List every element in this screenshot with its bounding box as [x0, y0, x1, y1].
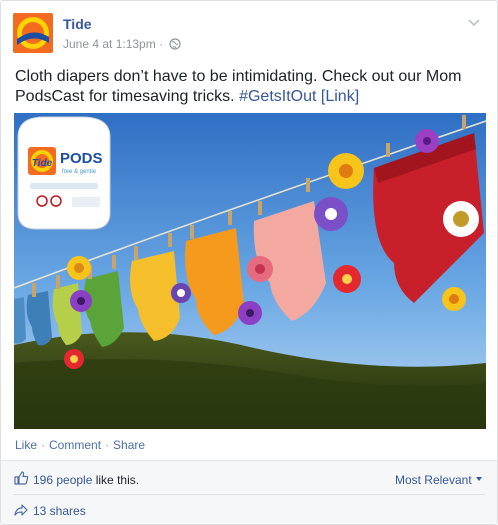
likes-suffix: like this. — [92, 473, 140, 487]
thumbs-up-icon — [13, 470, 29, 489]
likes-summary: 196 people like this. — [33, 473, 139, 487]
post-photo[interactable]: Tide PODS free & gentle — [14, 113, 486, 429]
page-name-link[interactable]: Tide — [63, 16, 92, 32]
sort-label: Most Relevant — [394, 473, 472, 487]
share-arrow-icon — [13, 502, 29, 521]
comment-action[interactable]: Comment — [49, 438, 101, 452]
svg-text:Tide: Tide — [32, 158, 53, 169]
post-meta: June 4 at 1:13pm · — [63, 37, 182, 53]
globe-icon[interactable] — [169, 38, 182, 53]
post-text: Cloth diapers don’t have to be intimidat… — [15, 67, 485, 107]
hashtag-link[interactable]: #GetsItOut — [239, 88, 316, 105]
action-separator: · — [41, 438, 46, 452]
post-actions: Like · Comment · Share — [15, 438, 145, 452]
action-separator: · — [105, 438, 110, 452]
post-options-button[interactable] — [467, 15, 481, 34]
external-link[interactable]: [Link] — [321, 88, 359, 105]
likes-people-link[interactable]: 196 people — [33, 473, 92, 487]
chevron-down-icon — [468, 19, 480, 27]
diaper-clothesline-image: Tide PODS free & gentle — [14, 113, 486, 429]
post-timestamp[interactable]: June 4 at 1:13pm — [63, 37, 156, 51]
footer-divider — [13, 494, 485, 495]
sort-dropdown[interactable]: Most Relevant — [395, 473, 483, 487]
post-card: Tide June 4 at 1:13pm · Cloth diapers do… — [0, 0, 498, 525]
like-action[interactable]: Like — [15, 438, 37, 452]
shares-count-link[interactable]: 13 shares — [33, 504, 86, 518]
share-action[interactable]: Share — [113, 438, 145, 452]
tide-logo-icon — [13, 13, 53, 53]
meta-separator: · — [159, 37, 164, 51]
caret-down-icon — [476, 477, 482, 481]
post-footer: 196 people like this. Most Relevant 13 s… — [1, 460, 497, 524]
svg-text:PODS: PODS — [60, 150, 103, 167]
post-header: Tide June 4 at 1:13pm · — [13, 13, 485, 57]
tide-pods-product: Tide PODS free & gentle — [17, 116, 111, 230]
page-avatar[interactable] — [13, 13, 53, 53]
likes-row: 196 people like this. Most Relevant — [13, 469, 485, 491]
svg-text:free & gentle: free & gentle — [62, 169, 97, 175]
